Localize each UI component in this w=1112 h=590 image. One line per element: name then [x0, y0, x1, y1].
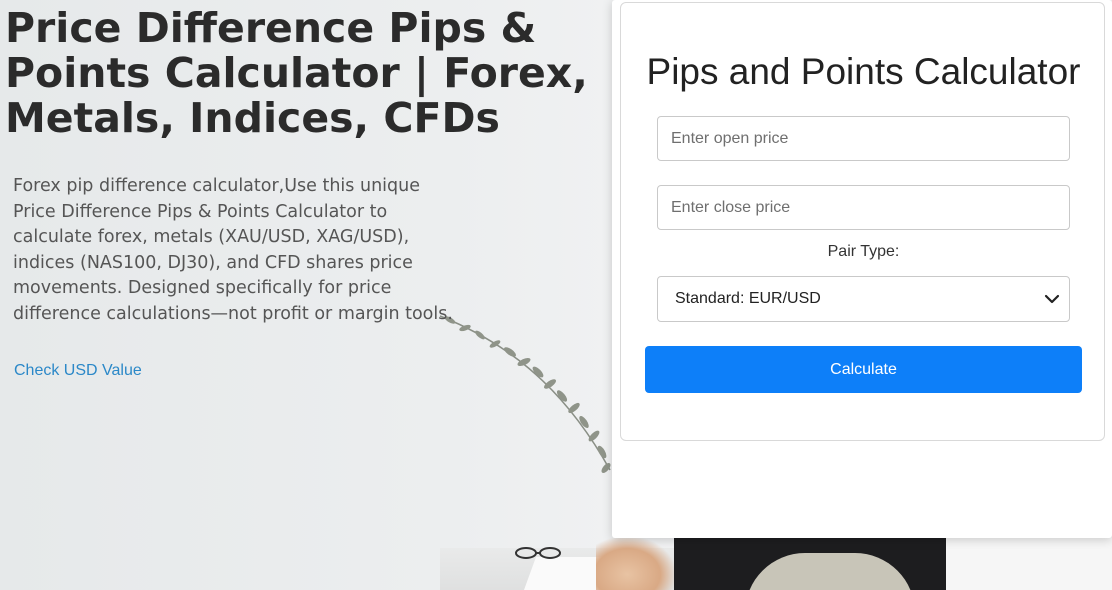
close-price-input[interactable] [657, 185, 1070, 230]
pair-type-selected-value: Standard: EUR/USD [675, 290, 821, 307]
calculator-card: Pips and Points Calculator Pair Type: St… [620, 2, 1105, 441]
page-description: Forex pip difference calculator,Use this… [13, 176, 453, 324]
calculator-title: Pips and Points Calculator [646, 51, 1081, 92]
open-price-input[interactable] [657, 116, 1070, 161]
page-title-line-3: Metals, Indices, CFDs [5, 94, 500, 142]
glasses-decoration [515, 547, 561, 559]
calculate-button[interactable]: Calculate [645, 346, 1082, 393]
chevron-down-icon [1044, 294, 1060, 304]
desk-right-surface [946, 538, 1112, 590]
page-title-line-1: Price Difference Pips & [5, 4, 537, 52]
check-usd-value-link[interactable]: Check USD Value [14, 362, 142, 380]
hands-photo [596, 538, 674, 590]
page-title: Price Difference Pips & Points Calculato… [5, 6, 605, 141]
pair-type-select[interactable]: Standard: EUR/USD [657, 276, 1070, 322]
page-title-line-2: Points Calculator | Forex, [5, 49, 588, 97]
pair-type-label: Pair Type: [827, 243, 900, 260]
